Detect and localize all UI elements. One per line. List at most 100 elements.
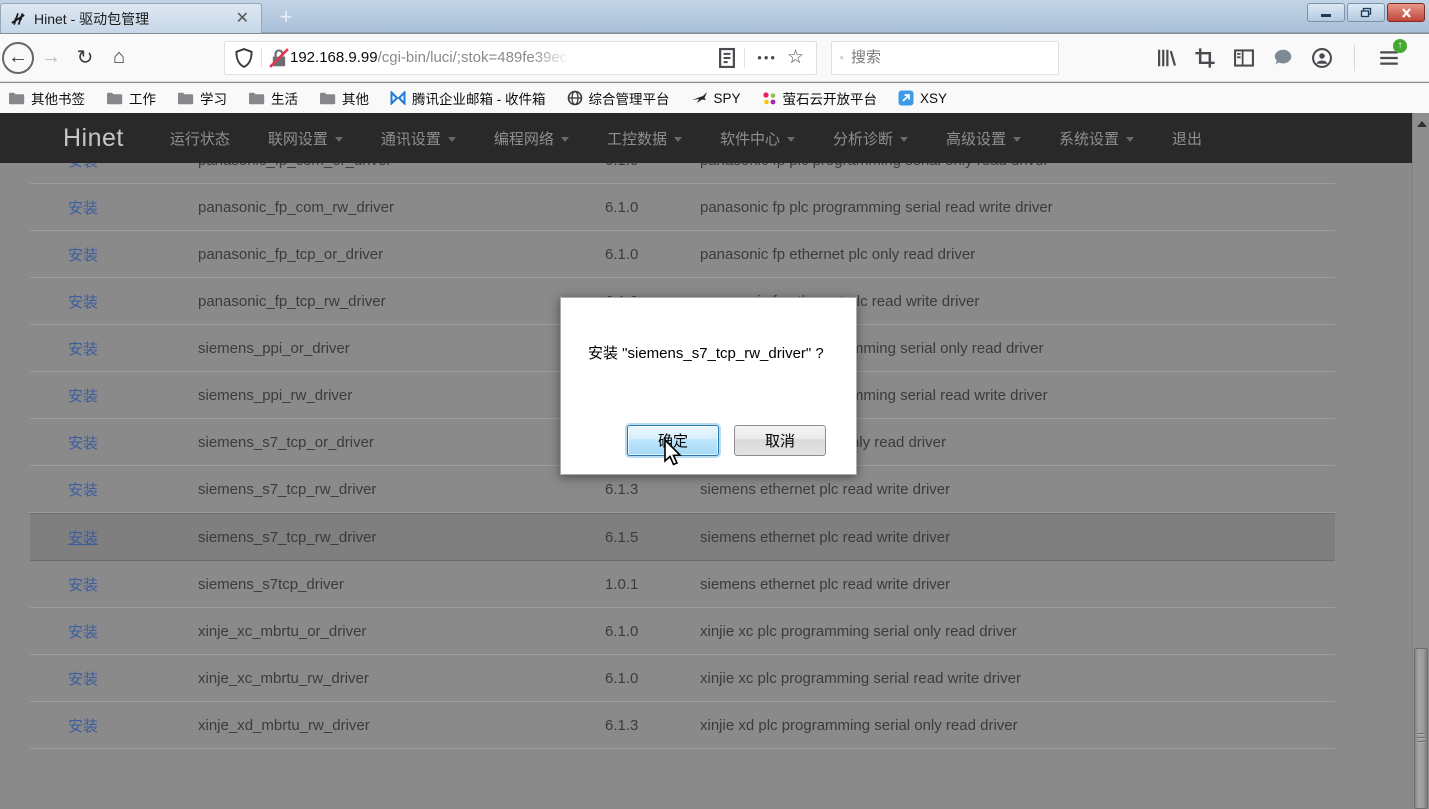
driver-name: siemens_s7_tcp_rw_driver: [198, 529, 605, 546]
account-icon[interactable]: [1311, 47, 1333, 69]
nav-label: 高级设置: [946, 128, 1006, 149]
back-button[interactable]: ←: [2, 42, 34, 74]
chevron-down-icon: [448, 137, 456, 142]
cancel-button[interactable]: 取消: [734, 425, 826, 456]
dialog-message: 安装 "siemens_s7_tcp_rw_driver" ?: [588, 342, 824, 363]
install-link[interactable]: 安装: [68, 200, 98, 217]
bookmark-mgmt-platform[interactable]: 综合管理平台: [567, 88, 670, 108]
nav-programming-network[interactable]: 编程网络: [494, 128, 569, 149]
scrollbar-thumb[interactable]: [1414, 648, 1428, 809]
table-row: 安装 xinje_xd_mbrtu_rw_driver 6.1.3 xinjie…: [30, 702, 1335, 749]
scrollbar-up-arrow-icon[interactable]: [1413, 117, 1429, 131]
install-link[interactable]: 安装: [68, 718, 98, 735]
bookmark-folder-other-bookmarks[interactable]: 其他书签: [8, 88, 85, 108]
nav-network-settings[interactable]: 联网设置: [268, 128, 343, 149]
minimize-button[interactable]: [1307, 3, 1345, 22]
table-row: 安装 xinje_xc_mbrtu_rw_driver 6.1.0 xinjie…: [30, 655, 1335, 702]
tab-close-icon[interactable]: ✕: [232, 11, 253, 27]
close-button[interactable]: [1387, 3, 1425, 22]
nav-label: 通讯设置: [381, 128, 441, 149]
bookmark-label: SPY: [714, 91, 741, 106]
new-tab-button[interactable]: +: [272, 6, 300, 30]
mouse-cursor: [661, 438, 683, 468]
chat-bubble-icon[interactable]: [1272, 47, 1294, 69]
home-button[interactable]: ⌂: [102, 41, 136, 75]
bookmarks-bar: 其他书签 工作 学习 生活 其他 腾讯企业邮箱 - 收件箱: [0, 83, 1429, 113]
bookmark-star-icon[interactable]: ☆: [787, 46, 804, 69]
library-icon[interactable]: [1155, 47, 1177, 69]
nav-label: 系统设置: [1059, 128, 1119, 149]
install-link[interactable]: 安装: [68, 482, 98, 499]
url-bar[interactable]: 192.168.9.99/cgi-bin/luci/;stok=489fe39e…: [224, 41, 817, 75]
app-menu-button[interactable]: ↑: [1376, 45, 1402, 71]
confirm-dialog: 安装 "siemens_s7_tcp_rw_driver" ? 确定 取消: [560, 297, 857, 475]
screenshot-crop-icon[interactable]: [1194, 47, 1216, 69]
bookmark-folder-work[interactable]: 工作: [106, 88, 156, 108]
driver-name: panasonic_fp_tcp_or_driver: [198, 246, 605, 263]
install-link[interactable]: 安装: [68, 247, 98, 264]
nav-label: 工控数据: [607, 128, 667, 149]
bookmark-spy[interactable]: SPY: [691, 91, 741, 106]
driver-desc: xinjie xc plc programming serial only re…: [700, 623, 1335, 640]
driver-version: 1.0.1: [605, 576, 700, 593]
nav-run-status[interactable]: 运行状态: [170, 128, 230, 149]
bookmark-folder-misc[interactable]: 其他: [319, 88, 369, 108]
vertical-scrollbar[interactable]: [1412, 113, 1429, 809]
search-bar[interactable]: [831, 41, 1059, 75]
tencent-mail-icon: [390, 91, 406, 105]
install-link[interactable]: 安装: [68, 435, 98, 452]
browser-tab[interactable]: Hinet - 驱动包管理 ✕: [0, 3, 262, 33]
divider: [744, 48, 745, 68]
bookmark-tencent-mail[interactable]: 腾讯企业邮箱 - 收件箱: [390, 88, 546, 108]
nav-software-center[interactable]: 软件中心: [720, 128, 795, 149]
install-link[interactable]: 安装: [68, 671, 98, 688]
reader-mode-icon[interactable]: [716, 47, 738, 69]
install-link[interactable]: 安装: [68, 388, 98, 405]
site-logo[interactable]: Hinet: [63, 124, 124, 153]
insecure-lock-icon[interactable]: [268, 47, 290, 69]
table-row: 安装 xinje_xc_mbrtu_or_driver 6.1.0 xinjie…: [30, 608, 1335, 655]
browser-window: Hinet - 驱动包管理 ✕ + ← → ↻ ⌂: [0, 0, 1429, 809]
driver-name: siemens_s7_tcp_or_driver: [198, 434, 605, 451]
folder-icon: [8, 91, 25, 105]
tracking-shield-icon[interactable]: [233, 47, 255, 69]
nav-advanced-settings[interactable]: 高级设置: [946, 128, 1021, 149]
driver-desc: panasonic fp ethernet plc only read driv…: [700, 246, 1335, 263]
search-input[interactable]: [851, 49, 1050, 66]
driver-version: 6.1.0: [605, 199, 700, 216]
table-row: 安装 panasonic_fp_tcp_or_driver 6.1.0 pana…: [30, 231, 1335, 278]
reload-button[interactable]: ↻: [68, 41, 102, 75]
site-favicon-icon: [9, 10, 27, 28]
driver-desc: xinjie xd plc programming serial only re…: [700, 717, 1335, 734]
bookmark-label: 腾讯企业邮箱 - 收件箱: [412, 88, 546, 108]
install-link[interactable]: 安装: [68, 530, 98, 547]
driver-desc: siemens ethernet plc read write driver: [700, 576, 1335, 593]
restore-button[interactable]: [1347, 3, 1385, 22]
nav-label: 运行状态: [170, 128, 230, 149]
chevron-down-icon: [674, 137, 682, 142]
bookmark-xsy[interactable]: XSY: [898, 90, 947, 106]
bookmark-label: XSY: [920, 91, 947, 106]
sidebar-icon[interactable]: [1233, 47, 1255, 69]
bookmark-ezviz-platform[interactable]: 萤石云开放平台: [762, 88, 878, 108]
nav-system-settings[interactable]: 系统设置: [1059, 128, 1134, 149]
bookmark-folder-life[interactable]: 生活: [248, 88, 298, 108]
bookmark-folder-study[interactable]: 学习: [177, 88, 227, 108]
nav-label: 编程网络: [494, 128, 554, 149]
install-link[interactable]: 安装: [68, 577, 98, 594]
bookmark-label: 学习: [200, 88, 227, 108]
nav-logout[interactable]: 退出: [1172, 128, 1202, 149]
url-text[interactable]: 192.168.9.99/cgi-bin/luci/;stok=489fe39e…: [290, 49, 716, 66]
nav-analysis-diagnosis[interactable]: 分析诊断: [833, 128, 908, 149]
chevron-down-icon: [787, 137, 795, 142]
install-link[interactable]: 安装: [68, 294, 98, 311]
install-link[interactable]: 安装: [68, 341, 98, 358]
chevron-down-icon: [335, 137, 343, 142]
page-actions-icon[interactable]: •••: [757, 50, 777, 65]
install-link[interactable]: 安装: [68, 624, 98, 641]
nav-industrial-data[interactable]: 工控数据: [607, 128, 682, 149]
globe-icon: [567, 90, 583, 106]
search-icon: [840, 50, 844, 66]
forward-button[interactable]: →: [34, 41, 68, 75]
nav-comm-settings[interactable]: 通讯设置: [381, 128, 456, 149]
